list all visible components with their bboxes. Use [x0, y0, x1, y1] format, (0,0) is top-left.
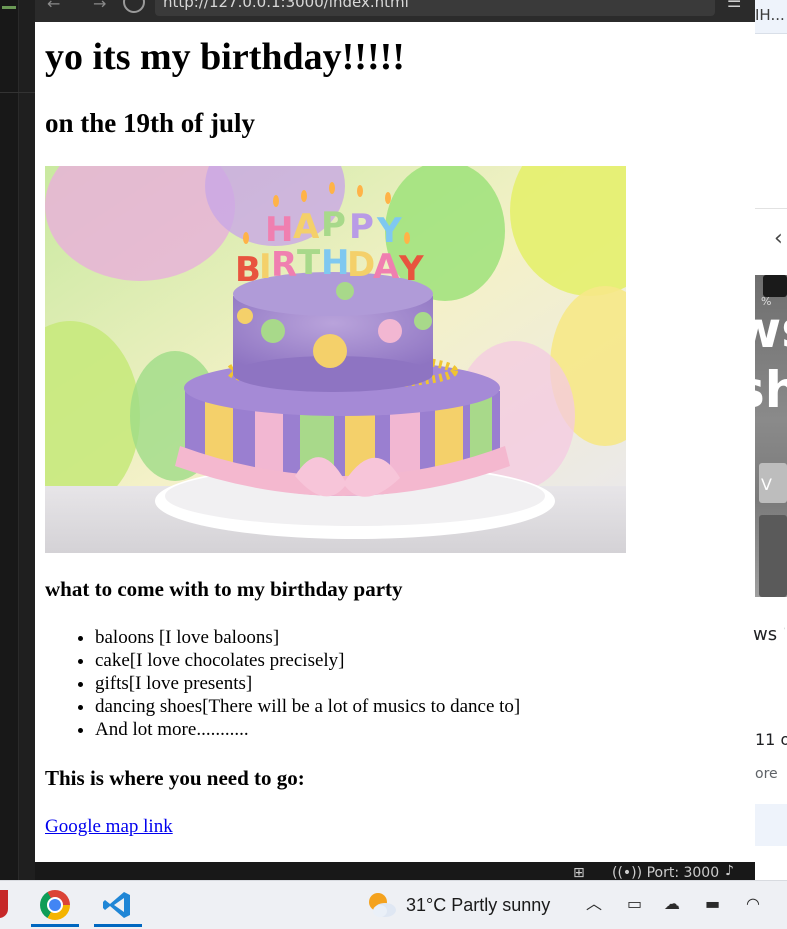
svg-text:A: A: [293, 207, 320, 247]
list-item: cake[I love chocolates precisely]: [95, 649, 520, 672]
svg-text:T: T: [297, 243, 321, 283]
keyboard-key: [759, 515, 787, 597]
editor-minimap-mark: [2, 6, 16, 9]
list-item: gifts[I love presents]: [95, 672, 520, 695]
partly-sunny-icon: [369, 893, 396, 917]
article-thumbnail[interactable]: % ws sh V: [755, 275, 787, 597]
security-app-icon[interactable]: [0, 890, 8, 918]
taskbar: 31°C Partly sunny ︿ ▭ ☁ ▬ ◠: [0, 880, 787, 929]
editor-divider: [0, 92, 35, 93]
chevron-up-icon[interactable]: ︿: [586, 895, 602, 913]
right-browser-panel: IH... ‹ % ws sh V ws 11 11 on ore: [753, 0, 787, 880]
vscode-icon: [103, 892, 130, 918]
preview-toolbar: ← → http://127.0.0.1:3000/index.html ☰: [35, 0, 755, 22]
chrome-icon: [40, 890, 70, 920]
svg-text:P: P: [321, 205, 346, 245]
svg-text:D: D: [347, 245, 375, 285]
svg-text:R: R: [271, 245, 297, 285]
editor-gutter: [0, 0, 19, 880]
wifi-icon[interactable]: ◠: [746, 895, 760, 913]
battery-icon[interactable]: ▬: [705, 895, 720, 913]
article-text-fragment: 11 on: [755, 730, 787, 749]
article-more-fragment[interactable]: ore: [755, 766, 787, 782]
bring-heading: what to come with to my birthday party: [45, 577, 403, 601]
thumb-key-letter: V: [761, 475, 772, 494]
svg-text:Y: Y: [376, 211, 402, 251]
thumb-text-line-2: sh: [755, 361, 787, 419]
notification-bell-icon[interactable]: ♪: [725, 864, 734, 878]
chevron-left-icon[interactable]: ‹: [774, 228, 783, 250]
editor-strip: [0, 0, 35, 880]
back-arrow-icon[interactable]: ←: [47, 0, 60, 13]
active-indicator: [94, 924, 142, 927]
article-title-fragment[interactable]: ws 11: [753, 624, 785, 645]
svg-text:H: H: [321, 243, 349, 283]
list-item: baloons [I love baloons]: [95, 626, 520, 649]
address-bar[interactable]: http://127.0.0.1:3000/index.html: [155, 0, 715, 16]
menu-icon[interactable]: ☰: [727, 0, 741, 11]
port-status[interactable]: ((•)) Port: 3000: [612, 866, 719, 880]
screen: ← → http://127.0.0.1:3000/index.html ☰ y…: [0, 0, 787, 929]
list-item: And lot more...........: [95, 718, 520, 741]
meet-now-icon[interactable]: ▭: [627, 895, 642, 913]
keyboard-key: [763, 275, 787, 297]
broadcast-icon: ((•)): [612, 865, 643, 880]
svg-text:P: P: [349, 207, 374, 247]
party-items-list: baloons [I love baloons] cake[I love cho…: [45, 626, 520, 741]
birthday-cake-image: H A P P Y B I R T H D A Y: [45, 166, 626, 553]
svg-text:H: H: [265, 210, 293, 250]
page-title: yo its my birthday!!!!!: [45, 36, 405, 78]
selected-item-fragment[interactable]: [755, 804, 787, 846]
location-heading: This is where you need to go:: [45, 766, 305, 790]
svg-text:A: A: [373, 247, 400, 287]
forward-arrow-icon[interactable]: →: [93, 0, 106, 13]
svg-text:Y: Y: [398, 249, 424, 289]
google-map-link[interactable]: Google map link: [45, 816, 173, 838]
svg-text:I: I: [259, 247, 272, 287]
weather-widget[interactable]: 31°C Partly sunny: [406, 895, 550, 916]
thumb-text-line-1: ws: [755, 301, 787, 359]
page-subtitle: on the 19th of july: [45, 108, 256, 138]
remote-explorer-icon[interactable]: ⊞: [573, 866, 585, 880]
status-bar: ⊞ ((•)) Port: 3000 ♪: [35, 862, 755, 880]
svg-text:B: B: [235, 250, 261, 290]
refresh-icon[interactable]: [123, 0, 145, 13]
preview-page: yo its my birthday!!!!! on the 19th of j…: [35, 22, 755, 862]
browser-tab-fragment[interactable]: IH...: [755, 0, 787, 34]
list-item: dancing shoes[There will be a lot of mus…: [95, 695, 520, 718]
port-label: Port: 3000: [646, 865, 720, 880]
onedrive-icon[interactable]: ☁: [664, 895, 680, 913]
active-indicator: [31, 924, 79, 927]
panel-divider: [755, 208, 787, 209]
